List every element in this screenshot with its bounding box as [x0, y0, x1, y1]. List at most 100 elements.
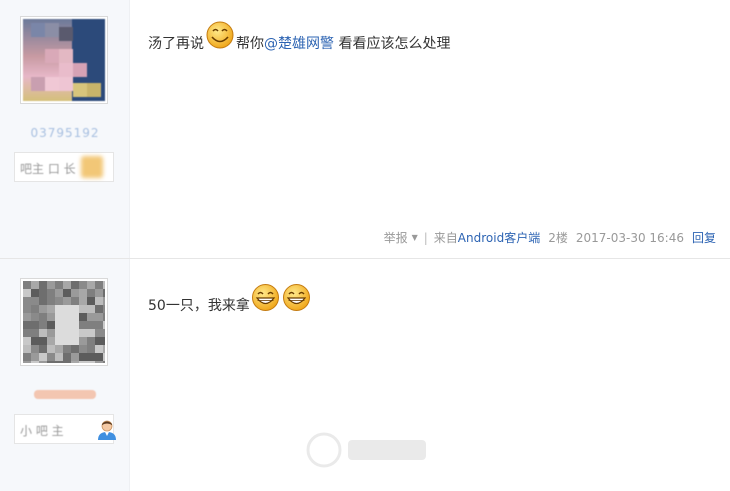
avatar-pixel — [87, 297, 95, 305]
avatar-pixel — [23, 329, 31, 337]
avatar-pixel — [47, 305, 55, 313]
avatar-pixel — [103, 353, 105, 361]
avatar-pixel — [23, 321, 31, 329]
username[interactable] — [0, 388, 130, 399]
avatar-pixel — [95, 353, 103, 361]
avatar-pixel — [103, 281, 105, 289]
avatar-pixel — [103, 337, 105, 345]
avatar-pixel — [79, 345, 87, 353]
avatar-pixel — [71, 329, 79, 337]
avatar-pixel — [31, 361, 39, 363]
avatar-pixel — [71, 289, 79, 297]
avatar-pixel — [87, 281, 95, 289]
avatar-pixel — [87, 289, 95, 297]
avatar-pixel — [103, 361, 105, 363]
username[interactable]: 03795192 — [0, 126, 130, 140]
chevron-down-icon[interactable]: ▼ — [412, 233, 418, 242]
reply-button[interactable]: 回复 — [692, 229, 716, 246]
mention-link[interactable]: @楚雄网警 — [264, 34, 334, 54]
avatar-pixel — [39, 281, 47, 289]
avatar-pixel — [63, 321, 71, 329]
avatar[interactable] — [20, 16, 108, 104]
avatar-pixel — [79, 329, 87, 337]
avatar-pixel — [79, 313, 87, 321]
avatar-pixel — [87, 337, 95, 345]
avatar-pixel — [63, 329, 71, 337]
avatar-pixel — [47, 297, 55, 305]
avatar-pixel — [71, 281, 79, 289]
avatar-pixel — [23, 305, 31, 313]
badge-label: 吧主 口 长 — [20, 162, 76, 176]
avatar-pixel — [87, 329, 95, 337]
avatar-pixel — [71, 313, 79, 321]
avatar-pixel — [95, 305, 103, 313]
avatar-pixel — [79, 289, 87, 297]
avatar-pixel — [47, 321, 55, 329]
avatar-pixel — [71, 321, 79, 329]
avatar-pixel — [47, 361, 55, 363]
avatar-pixel — [39, 289, 47, 297]
avatar-pixel — [47, 345, 55, 353]
avatar-pixel — [71, 353, 79, 361]
avatar-image — [23, 281, 105, 363]
avatar-pixel — [31, 281, 39, 289]
avatar-pixel — [31, 305, 39, 313]
avatar-pixel — [39, 337, 47, 345]
avatar-pixel — [55, 361, 63, 363]
member-badge[interactable]: 小 吧 主 — [14, 414, 117, 444]
avatar-pixel — [87, 305, 95, 313]
avatar-pixel — [47, 281, 55, 289]
avatar-pixel — [23, 353, 31, 361]
avatar-pixel — [31, 329, 39, 337]
avatar-pixel — [95, 281, 103, 289]
avatar-pixel — [95, 337, 103, 345]
level-icon — [81, 156, 103, 178]
grin-icon — [251, 283, 280, 316]
avatar-pixel — [55, 329, 63, 337]
user-icon — [97, 419, 117, 441]
avatar-pixel — [23, 361, 31, 363]
avatar-pixel — [87, 313, 95, 321]
smile-icon — [205, 18, 235, 54]
avatar-pixel — [39, 353, 47, 361]
avatar-pixel — [31, 297, 39, 305]
source-link[interactable]: Android客户端 — [458, 229, 540, 246]
avatar-pixel — [47, 313, 55, 321]
avatar-pixel — [47, 329, 55, 337]
post-text-continued: 帮你 — [236, 36, 264, 52]
avatar-pixel — [79, 353, 87, 361]
post-content: 50一只，我来拿 — [148, 284, 312, 316]
avatar-pixel — [39, 361, 47, 363]
avatar-pixel — [63, 337, 71, 345]
avatar-pixel — [79, 305, 87, 313]
avatar-pixel — [71, 361, 79, 363]
avatar-pixel — [79, 361, 87, 363]
avatar-pixel — [87, 321, 95, 329]
avatar-pixel — [31, 313, 39, 321]
avatar-pixel — [47, 353, 55, 361]
report-link[interactable]: 举报 — [384, 229, 408, 246]
avatar-pixel — [95, 313, 103, 321]
member-badge[interactable]: 吧主 口 长 — [14, 152, 114, 182]
avatar-pixel — [55, 337, 63, 345]
avatar-pixel — [87, 353, 95, 361]
avatar-pixel — [47, 289, 55, 297]
avatar-image — [23, 19, 105, 101]
post-text-tail: 看看应该怎么处理 — [334, 36, 451, 52]
avatar-pixel — [39, 345, 47, 353]
avatar-pixel — [71, 345, 79, 353]
avatar-pixel — [39, 297, 47, 305]
avatar-pixel — [103, 305, 105, 313]
post-text: 汤了再说 — [148, 36, 204, 52]
avatar-pixel — [71, 305, 79, 313]
avatar-pixel — [23, 289, 31, 297]
avatar-pixel — [79, 337, 87, 345]
post-floor-2: 03795192 吧主 口 长 汤了再说 帮你 @楚雄网警 看看应该怎么处理 举… — [0, 0, 730, 259]
avatar[interactable] — [20, 278, 108, 366]
post-meta: 举报 ▼ | 来自 Android客户端 2楼 2017-03-30 16:46 … — [384, 229, 716, 246]
avatar-pixel — [87, 361, 95, 363]
avatar-pixel — [63, 305, 71, 313]
avatar-pixel — [55, 305, 63, 313]
avatar-pixel — [23, 281, 31, 289]
avatar-pixel — [63, 313, 71, 321]
